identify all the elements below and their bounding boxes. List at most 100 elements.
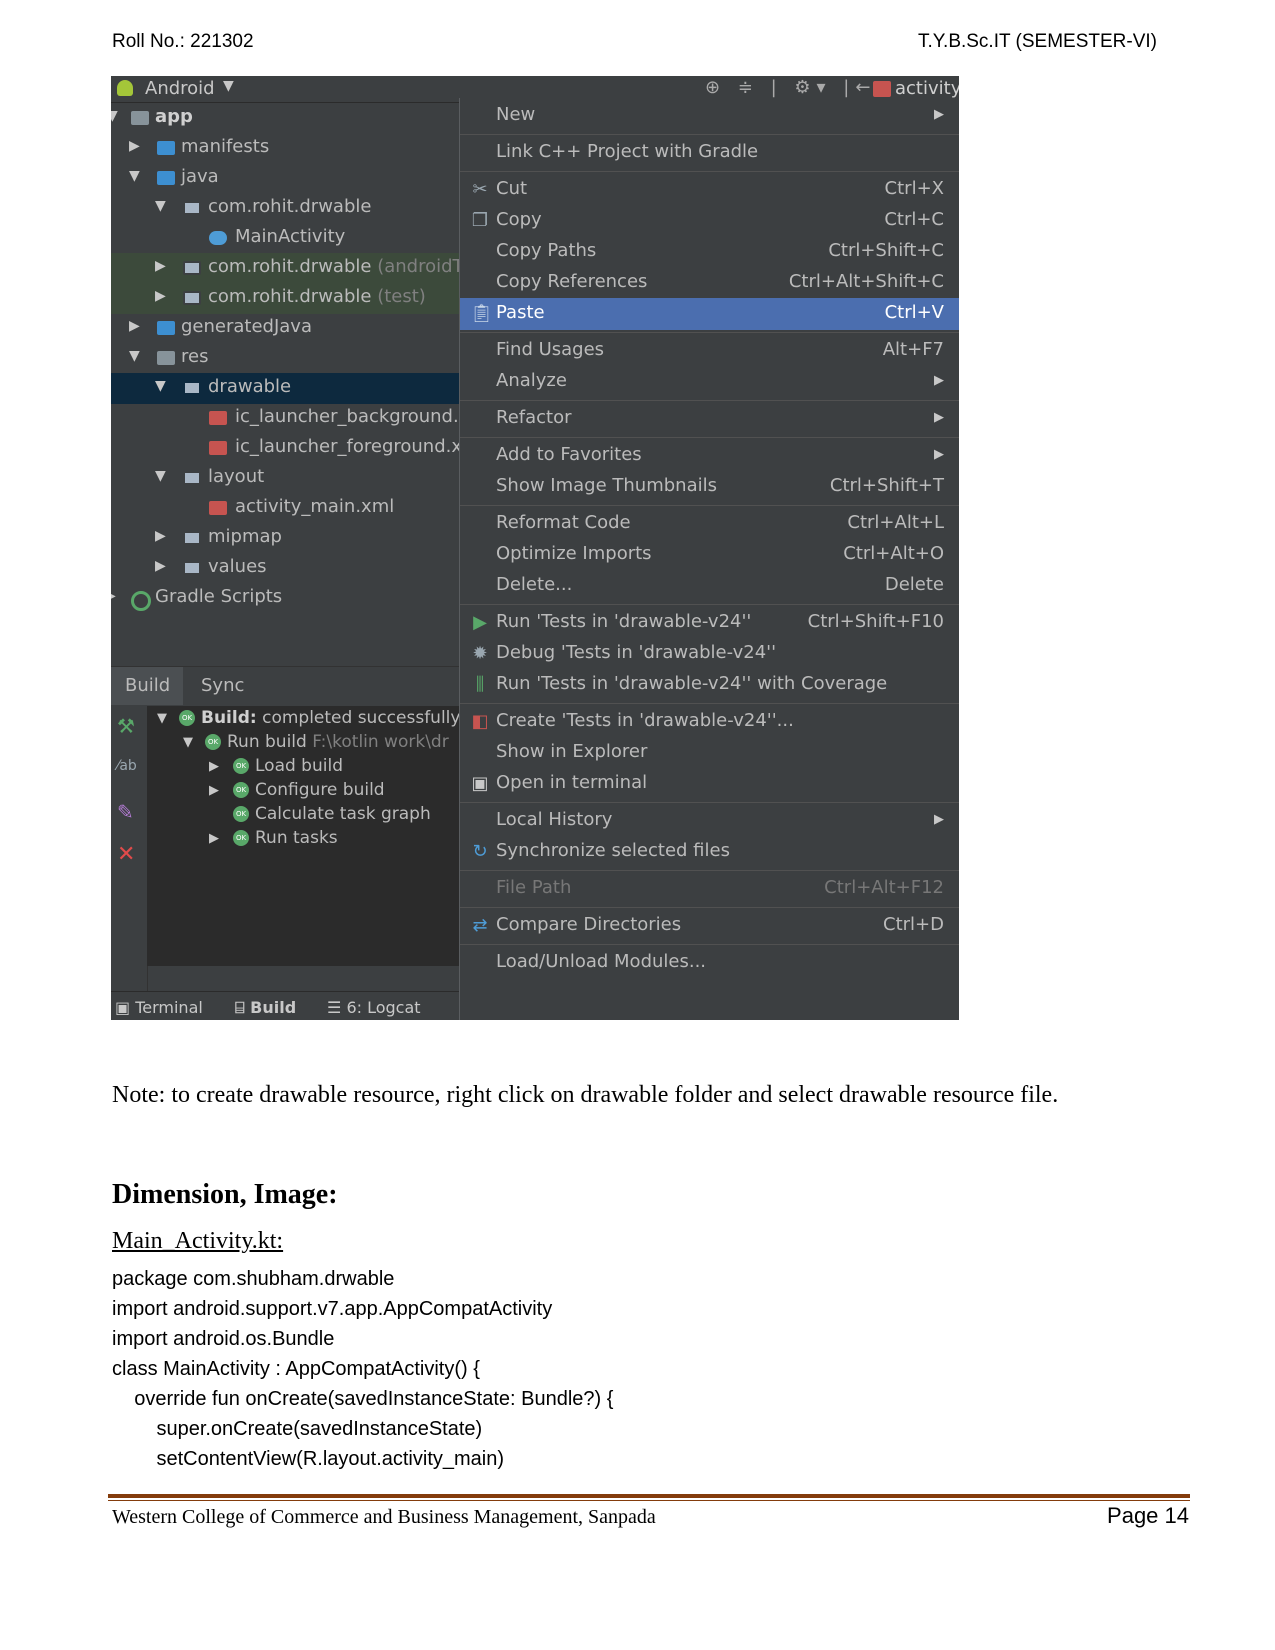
menu-item-link-cpp[interactable]: Link C++ Project with Gradle — [460, 137, 959, 169]
build-run[interactable]: OK Run build F:\kotlin work\dr — [205, 732, 449, 756]
menu-item-optimize-imports[interactable]: Optimize Imports Ctrl+Alt+O — [460, 539, 959, 571]
build-step[interactable]: OK Load build — [233, 756, 343, 780]
package-icon — [183, 201, 201, 215]
code-line: import android.os.Bundle — [112, 1328, 335, 1350]
tool-window-bar: ▣ Terminal ⌸ Build ☰ 6: Logcat — [111, 991, 459, 1020]
menu-item-create-tests[interactable]: ◧ Create 'Tests in 'drawable-v24''... — [460, 706, 959, 738]
page-number: Page 14 — [1107, 1503, 1189, 1528]
xml-file-icon — [209, 441, 227, 455]
menu-item-paste[interactable]: 📋︎ Paste Ctrl+V — [460, 298, 959, 330]
submenu-arrow-icon: ▶ — [934, 107, 944, 122]
note-text: Note: to create drawable resource, right… — [112, 1082, 1059, 1108]
menu-item-show-thumbnails[interactable]: Show Image Thumbnails Ctrl+Shift+T — [460, 471, 959, 503]
ok-icon: OK — [179, 710, 195, 726]
menu-item-reformat[interactable]: Reformat Code Ctrl+Alt+L — [460, 508, 959, 540]
build-output-tree: ▼ OK Build: completed successfully ▼ OK Ru… — [147, 706, 460, 966]
tab-build[interactable]: Build — [125, 675, 170, 696]
menu-item-load-unload-modules[interactable]: Load/Unload Modules... — [460, 947, 959, 979]
android-icon — [117, 80, 133, 96]
ok-icon: OK — [233, 782, 249, 798]
build-step[interactable]: OK Run tasks — [233, 828, 338, 852]
tab-build-window[interactable]: ⌸ Build — [235, 998, 296, 1018]
menu-item-copy-references[interactable]: Copy References Ctrl+Alt+Shift+C — [460, 267, 959, 299]
ide-screenshot: Android ▼ ⊕ ≑ | ⚙▾ |← activity ▼ app ▶ m… — [111, 76, 959, 1020]
build-side-toolbar: ⚒ ⁄ab ✎ ✕ — [111, 706, 148, 1020]
footer-rule — [108, 1494, 1190, 1498]
tree-item-mipmap[interactable]: ▶ mipmap — [111, 523, 461, 554]
tree-item-values[interactable]: ▶ values — [111, 553, 461, 584]
chevron-down-icon[interactable]: ▼ — [223, 78, 234, 94]
code-line: super.onCreate(savedInstanceState) — [112, 1418, 483, 1440]
editor-tab[interactable]: activity — [895, 78, 959, 99]
menu-item-file-path[interactable]: File Path Ctrl+Alt+F12 — [460, 873, 959, 905]
toolbar-icons[interactable]: ⊕ ≑ | ⚙▾ |← — [705, 77, 876, 98]
ok-icon: OK — [233, 758, 249, 774]
menu-item-add-favorites[interactable]: Add to Favorites ▶ — [460, 440, 959, 472]
build-step[interactable]: OK Calculate task graph — [233, 804, 431, 828]
tree-item-activity-main[interactable]: activity_main.xml — [111, 493, 461, 524]
menu-item-refactor[interactable]: Refactor ▶ — [460, 403, 959, 435]
hammer-icon[interactable]: ⚒ — [117, 714, 135, 738]
menu-item-delete[interactable]: Delete... Delete — [460, 570, 959, 602]
tree-item-gradle-scripts[interactable]: ▶ Gradle Scripts — [111, 583, 461, 614]
pin-icon[interactable]: ✎ — [117, 800, 134, 824]
tree-item-ic-launcher-foreground[interactable]: ic_launcher_foreground.xm — [111, 433, 480, 464]
tree-item-java[interactable]: ▼ java — [111, 163, 461, 194]
context-menu: New ▶ Link C++ Project with Gradle ✂ Cut Ct… — [459, 98, 959, 1020]
compare-icon: ⇄ — [472, 915, 488, 936]
build-status[interactable]: OK Build: completed successfully — [179, 708, 460, 732]
tree-item-ic-launcher-background[interactable]: ic_launcher_background.xr — [111, 403, 477, 434]
build-step[interactable]: OK Configure build — [233, 780, 385, 804]
project-view-selector[interactable]: Android — [145, 78, 215, 99]
menu-item-analyze[interactable]: Analyze ▶ — [460, 366, 959, 398]
gradle-icon — [131, 591, 151, 611]
tab-logcat[interactable]: ☰ 6: Logcat — [327, 998, 421, 1017]
tree-item-res[interactable]: ▼ res — [111, 343, 461, 374]
menu-item-local-history[interactable]: Local History ▶ — [460, 805, 959, 837]
tree-item-layout[interactable]: ▼ layout — [111, 463, 461, 494]
filter-icon[interactable]: ⁄ab — [117, 758, 137, 774]
tree-item-package-test[interactable]: ▶ com.rohit.drwable (test) — [111, 283, 461, 314]
tab-terminal[interactable]: ▣ Terminal — [115, 998, 203, 1017]
submenu-arrow-icon: ▶ — [934, 812, 944, 827]
tab-sync[interactable]: Sync — [201, 675, 244, 696]
menu-item-open-terminal[interactable]: ▣ Open in terminal — [460, 768, 959, 800]
file-heading: Main_Activity.kt: — [112, 1228, 284, 1254]
tree-item-package-androidtest[interactable]: ▶ com.rohit.drwable (androidTe — [111, 253, 472, 284]
project-tree: ▼ app ▶ manifests ▼ java ▼ com.rohit.drw… — [111, 103, 480, 693]
tree-item-manifests[interactable]: ▶ manifests — [111, 133, 461, 164]
folder-icon — [183, 561, 201, 575]
menu-item-copy-paths[interactable]: Copy Paths Ctrl+Shift+C — [460, 236, 959, 268]
code-line: import android.support.v7.app.AppCompatA… — [112, 1298, 553, 1320]
menu-item-debug-tests[interactable]: ✹ Debug 'Tests in 'drawable-v24'' — [460, 638, 959, 670]
code-line: override fun onCreate(savedInstanceState… — [112, 1388, 614, 1410]
clipboard-icon: 📋︎ — [470, 303, 493, 324]
tree-item-package[interactable]: ▼ com.rohit.drwable — [111, 193, 461, 224]
menu-item-new[interactable]: New ▶ — [460, 100, 959, 132]
roll-number: Roll No.: 221302 — [112, 31, 254, 52]
footer-rule — [108, 1500, 1190, 1501]
menu-item-run-tests[interactable]: ▶ Run 'Tests in 'drawable-v24'' Ctrl+Shift… — [460, 607, 959, 639]
tree-item-mainactivity[interactable]: MainActivity — [111, 223, 461, 254]
folder-icon — [183, 531, 201, 545]
menu-item-copy[interactable]: ❐ Copy Ctrl+C — [460, 205, 959, 237]
tree-item-generatedjava[interactable]: ▶ generatedJava — [111, 313, 461, 344]
xml-file-icon — [209, 411, 227, 425]
semester-label: T.Y.B.Sc.IT (SEMESTER-VI) — [918, 31, 1157, 52]
menu-item-synchronize[interactable]: ↻ Synchronize selected files — [460, 836, 959, 868]
menu-item-cut[interactable]: ✂ Cut Ctrl+X — [460, 174, 959, 206]
generated-folder-icon — [157, 321, 175, 335]
code-line: class MainActivity : AppCompatActivity()… — [112, 1358, 480, 1380]
folder-icon — [157, 171, 175, 185]
menu-item-run-coverage[interactable]: ⫼ Run 'Tests in 'drawable-v24'' with Cove… — [460, 669, 959, 701]
sync-icon: ↻ — [472, 841, 488, 862]
close-icon[interactable]: ✕ — [117, 842, 135, 867]
ok-icon: OK — [233, 830, 249, 846]
menu-item-find-usages[interactable]: Find Usages Alt+F7 — [460, 335, 959, 367]
ok-icon: OK — [233, 806, 249, 822]
tree-item-drawable[interactable]: ▼ drawable — [111, 373, 461, 404]
menu-item-compare-directories[interactable]: ⇄ Compare Directories Ctrl+D — [460, 910, 959, 942]
ok-icon: OK — [205, 734, 221, 750]
tree-item-app[interactable]: ▼ app — [111, 103, 461, 134]
menu-item-show-explorer[interactable]: Show in Explorer — [460, 737, 959, 769]
